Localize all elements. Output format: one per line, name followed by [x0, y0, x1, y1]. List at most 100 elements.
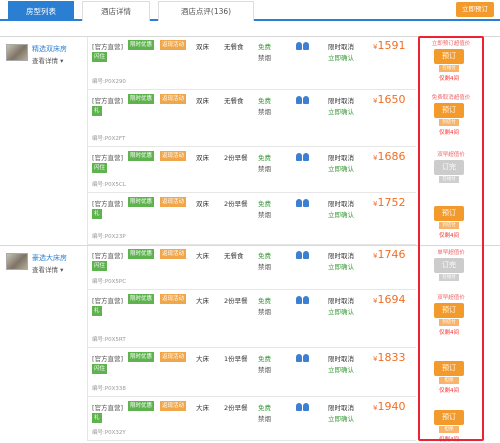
rate-row: [官方直营] 限时优惠 返现活动 礼 编号:P0X32Y 大床 2份早餐 免费 …: [88, 397, 416, 441]
rate-code: 编号:P0X338: [92, 386, 126, 392]
price-value: 1833: [377, 351, 406, 364]
confirm-type: 立即确认: [328, 263, 354, 271]
cancel-policy: 限时取消: [328, 355, 354, 363]
rate-code: 编号:P0X5CL: [92, 182, 126, 188]
bed-type: 双床: [196, 97, 209, 105]
meal-plan: 无餐食: [224, 252, 244, 260]
source-tag: [官方直营]: [92, 355, 124, 363]
wifi-free: 免费: [258, 297, 271, 305]
tab-room-list[interactable]: 房型列表: [8, 1, 74, 21]
promo-badge: 限时优惠: [128, 249, 155, 259]
price: ¥1833: [373, 351, 405, 364]
occupancy-icon: [296, 296, 312, 304]
tab-hotel-detail[interactable]: 酒店详情: [82, 1, 150, 21]
tab-hotel-reviews[interactable]: 酒店点评(136): [158, 1, 254, 21]
highlight-frame: [418, 36, 484, 441]
bed-type: 大床: [196, 297, 209, 305]
meal-plan: 2份早餐: [224, 404, 248, 412]
meal-plan: 2份早餐: [224, 200, 248, 208]
cashback-badge: 返现活动: [160, 197, 187, 207]
price: ¥1940: [373, 400, 405, 413]
cashback-badge: 返现活动: [160, 401, 187, 411]
wifi-free: 免费: [258, 404, 271, 412]
price-value: 1746: [377, 248, 406, 261]
rate-row: [官方直营] 限时优惠 返现活动 闪住 编号:P0X5CL 双床 2份早餐 免费…: [88, 147, 416, 193]
source-tag: [官方直营]: [92, 200, 124, 208]
price: ¥1752: [373, 196, 405, 209]
book-now-button[interactable]: 立即预订: [456, 2, 494, 17]
rate-row: [官方直营] 限时优惠 返现活动 闪住 编号:P0X290 双床 无餐食 免费 …: [88, 36, 416, 90]
bed-type: 双床: [196, 43, 209, 51]
promo-badge: 限时优惠: [128, 197, 155, 207]
occupancy-icon: [296, 251, 312, 259]
rate-code: 编号:P0X23P: [92, 234, 126, 240]
bed-type: 大床: [196, 404, 209, 412]
room-thumbnail[interactable]: [6, 253, 28, 270]
confirm-type: 立即确认: [328, 108, 354, 116]
tab-bar: 房型列表 酒店详情 酒店点评(136) 立即预订: [0, 0, 500, 21]
cancel-policy: 限时取消: [328, 252, 354, 260]
cancel-policy: 限时取消: [328, 404, 354, 412]
confirm-type: 立即确认: [328, 308, 354, 316]
no-smoking: 禁烟: [258, 415, 271, 423]
wifi-free: 免费: [258, 154, 271, 162]
bed-type: 双床: [196, 200, 209, 208]
rate-row: [官方直营] 限时优惠 返现活动 礼 编号:P0X5RT 大床 2份早餐 免费 …: [88, 290, 416, 348]
occupancy-icon: [296, 153, 312, 161]
no-smoking: 禁烟: [258, 108, 271, 116]
bed-type: 大床: [196, 252, 209, 260]
feature-badge: 礼: [92, 306, 102, 316]
wifi-free: 免费: [258, 43, 271, 51]
price: ¥1746: [373, 248, 405, 261]
no-smoking: 禁烟: [258, 54, 271, 62]
cancel-policy: 限时取消: [328, 154, 354, 162]
cashback-badge: 返现活动: [160, 40, 187, 50]
wifi-free: 免费: [258, 200, 271, 208]
feature-badge: 闪住: [92, 364, 108, 374]
price-value: 1940: [377, 400, 406, 413]
promo-badge: 限时优惠: [128, 294, 155, 304]
meal-plan: 1份早餐: [224, 355, 248, 363]
room-info: 豪选大床房 查看详情 ▾: [0, 245, 88, 441]
cashback-badge: 返现活动: [160, 249, 187, 259]
confirm-type: 立即确认: [328, 54, 354, 62]
room-info: 精选双床房 查看详情 ▾: [0, 36, 88, 245]
no-smoking: 禁烟: [258, 308, 271, 316]
cancel-policy: 限时取消: [328, 97, 354, 105]
price-value: 1694: [377, 293, 406, 306]
cancel-policy: 限时取消: [328, 43, 354, 51]
cashback-badge: 返现活动: [160, 151, 187, 161]
feature-badge: 礼: [92, 209, 102, 219]
price: ¥1591: [373, 39, 405, 52]
rate-code: 编号:P0X5RT: [92, 337, 126, 343]
price: ¥1694: [373, 293, 405, 306]
cashback-badge: 返现活动: [160, 352, 187, 362]
price-value: 1752: [377, 196, 406, 209]
promo-badge: 限时优惠: [128, 40, 155, 50]
promo-badge: 限时优惠: [128, 94, 155, 104]
price: ¥1650: [373, 93, 405, 106]
occupancy-icon: [296, 403, 312, 411]
promo-badge: 限时优惠: [128, 352, 155, 362]
confirm-type: 立即确认: [328, 165, 354, 173]
source-tag: [官方直营]: [92, 252, 124, 260]
rate-code: 编号:P0X32Y: [92, 430, 126, 436]
price-value: 1686: [377, 150, 406, 163]
feature-badge: 礼: [92, 413, 102, 423]
room-thumbnail[interactable]: [6, 44, 28, 61]
promo-badge: 限时优惠: [128, 401, 155, 411]
price-value: 1591: [377, 39, 406, 52]
room-name[interactable]: 豪选大床房: [32, 253, 67, 263]
wifi-free: 免费: [258, 355, 271, 363]
wifi-free: 免费: [258, 252, 271, 260]
rate-code: 编号:P0X290: [92, 79, 126, 85]
confirm-type: 立即确认: [328, 211, 354, 219]
meal-plan: 无餐食: [224, 97, 244, 105]
price: ¥1686: [373, 150, 405, 163]
room-detail-link[interactable]: 查看详情 ▾: [32, 264, 63, 274]
room-name[interactable]: 精选双床房: [32, 44, 67, 54]
confirm-type: 立即确认: [328, 415, 354, 423]
room-detail-link[interactable]: 查看详情 ▾: [32, 55, 63, 65]
cancel-policy: 限时取消: [328, 200, 354, 208]
bed-type: 大床: [196, 355, 209, 363]
